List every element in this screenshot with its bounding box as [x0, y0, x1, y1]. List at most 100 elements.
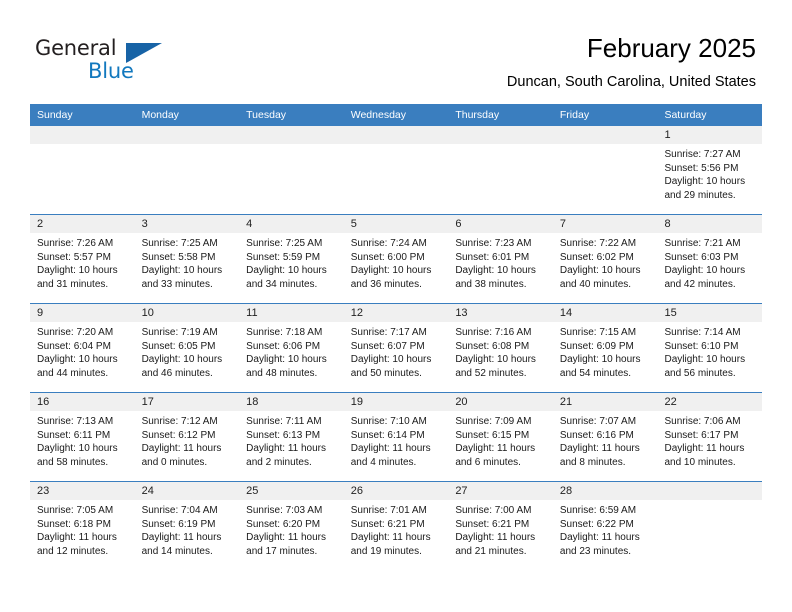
- calendar-day-cell[interactable]: 26 Sunrise: 7:01 AM Sunset: 6:21 PM Dayligh…: [343, 482, 449, 570]
- sunrise-text: Sunrise: 6:59 AM: [559, 505, 637, 516]
- calendar-day-cell[interactable]: 9 Sunrise: 7:20 AM Sunset: 6:04 PM Daylight…: [30, 304, 135, 392]
- calendar-day-cell[interactable]: 13 Sunrise: 7:16 AM Sunset: 6:08 PM Dayligh…: [448, 304, 553, 392]
- calendar-day-cell[interactable]: 2 Sunrise: 7:26 AM Sunset: 5:57 PM Daylight…: [30, 215, 135, 303]
- sunset-text: Sunset: 6:13 PM: [246, 429, 321, 441]
- day-number: [552, 126, 658, 144]
- calendar-day-cell[interactable]: 20 Sunrise: 7:09 AM Sunset: 6:15 PM Dayligh…: [448, 393, 553, 481]
- calendar-week-row: 2 Sunrise: 7:26 AM Sunset: 5:57 PM Daylight…: [30, 214, 763, 303]
- sunset-text: Sunset: 6:21 PM: [350, 518, 425, 530]
- sunset-text: Sunset: 6:08 PM: [455, 340, 530, 352]
- daylight-text: Daylight: 10 hours and 56 minutes.: [664, 354, 746, 379]
- day-number: [343, 126, 449, 144]
- calendar-day-cell[interactable]: 27 Sunrise: 7:00 AM Sunset: 6:21 PM Dayligh…: [448, 482, 553, 570]
- calendar-day-cell[interactable]: 1 Sunrise: 7:27 AM Sunset: 5:56 PM Daylight…: [657, 126, 763, 214]
- daylight-text: Daylight: 11 hours and 10 minutes.: [664, 443, 745, 468]
- day-sun-info: Sunrise: 7:18 AM Sunset: 6:06 PM Daylight:…: [239, 322, 344, 380]
- daylight-text: Daylight: 10 hours and 44 minutes.: [37, 354, 118, 379]
- day-sun-info: Sunrise: 7:09 AM Sunset: 6:15 PM Daylight:…: [448, 411, 553, 469]
- day-number: 2: [30, 215, 135, 233]
- day-number: 4: [239, 215, 344, 233]
- logo-text-blue: Blue: [88, 59, 134, 83]
- sunrise-text: Sunrise: 7:24 AM: [350, 238, 427, 249]
- daylight-text: Daylight: 11 hours and 14 minutes.: [141, 532, 222, 557]
- calendar-day-cell[interactable]: 8 Sunrise: 7:21 AM Sunset: 6:03 PM Daylight…: [657, 215, 763, 303]
- sunset-text: Sunset: 6:18 PM: [37, 518, 111, 530]
- calendar-week-row: 1 Sunrise: 7:27 AM Sunset: 5:56 PM Daylight…: [30, 126, 763, 214]
- calendar-day-cell[interactable]: 19 Sunrise: 7:10 AM Sunset: 6:14 PM Dayligh…: [343, 393, 449, 481]
- day-number: 12: [343, 304, 449, 322]
- sunrise-text: Sunrise: 7:07 AM: [559, 416, 637, 427]
- day-number: 1: [657, 126, 763, 144]
- sunset-text: Sunset: 6:10 PM: [664, 340, 739, 352]
- calendar-day-cell[interactable]: 17 Sunrise: 7:12 AM Sunset: 6:12 PM Dayligh…: [134, 393, 240, 481]
- logo-text-general: General: [35, 36, 117, 60]
- sunrise-text: Sunrise: 7:25 AM: [246, 238, 323, 249]
- daylight-text: Daylight: 11 hours and 23 minutes.: [559, 532, 640, 557]
- sunset-text: Sunset: 6:20 PM: [246, 518, 321, 530]
- sunrise-text: Sunrise: 7:05 AM: [37, 505, 114, 516]
- sunrise-text: Sunrise: 7:01 AM: [350, 505, 427, 516]
- day-sun-info: Sunrise: 7:00 AM Sunset: 6:21 PM Daylight:…: [448, 500, 553, 558]
- day-number: 10: [134, 304, 240, 322]
- day-sun-info: Sunrise: 7:17 AM Sunset: 6:07 PM Daylight:…: [344, 322, 449, 380]
- calendar-day-cell-empty: [448, 126, 553, 214]
- general-blue-logo[interactable]: General Blue: [35, 36, 175, 84]
- calendar-day-cell[interactable]: 4 Sunrise: 7:25 AM Sunset: 5:59 PM Daylight…: [239, 215, 344, 303]
- sunrise-text: Sunrise: 7:10 AM: [350, 416, 427, 427]
- calendar-weeks: 1 Sunrise: 7:27 AM Sunset: 5:56 PM Daylight…: [30, 126, 763, 570]
- day-number: 7: [552, 215, 658, 233]
- page-header: General Blue February 2025 Duncan, South…: [0, 0, 792, 104]
- sunset-text: Sunset: 5:57 PM: [37, 251, 111, 263]
- calendar-day-cell[interactable]: 25 Sunrise: 7:03 AM Sunset: 6:20 PM Dayligh…: [239, 482, 344, 570]
- calendar-grid: Sunday Monday Tuesday Wednesday Thursday…: [30, 104, 763, 570]
- calendar-day-cell[interactable]: 6 Sunrise: 7:23 AM Sunset: 6:01 PM Daylight…: [448, 215, 553, 303]
- calendar-day-cell-empty: [30, 126, 135, 214]
- page-title: February 2025: [586, 33, 756, 63]
- calendar-day-cell[interactable]: 10 Sunrise: 7:19 AM Sunset: 6:05 PM Dayligh…: [134, 304, 240, 392]
- sunset-text: Sunset: 5:56 PM: [664, 162, 739, 174]
- sunset-text: Sunset: 6:06 PM: [246, 340, 321, 352]
- day-number: 8: [657, 215, 763, 233]
- calendar-day-cell[interactable]: 7 Sunrise: 7:22 AM Sunset: 6:02 PM Daylight…: [552, 215, 658, 303]
- calendar-day-cell[interactable]: 18 Sunrise: 7:11 AM Sunset: 6:13 PM Dayligh…: [239, 393, 344, 481]
- calendar-day-cell[interactable]: 11 Sunrise: 7:18 AM Sunset: 6:06 PM Dayligh…: [239, 304, 344, 392]
- calendar-day-cell[interactable]: 21 Sunrise: 7:07 AM Sunset: 6:16 PM Dayligh…: [552, 393, 658, 481]
- weekday-thursday: Thursday: [455, 109, 500, 121]
- sunset-text: Sunset: 5:58 PM: [141, 251, 216, 263]
- sunset-text: Sunset: 6:02 PM: [559, 251, 634, 263]
- day-number: 5: [343, 215, 449, 233]
- weekday-wednesday: Wednesday: [350, 109, 406, 121]
- day-number: 16: [30, 393, 135, 411]
- day-sun-info: Sunrise: 7:22 AM Sunset: 6:02 PM Daylight:…: [553, 233, 658, 291]
- sunrise-text: Sunrise: 7:04 AM: [141, 505, 218, 516]
- sunrise-text: Sunrise: 7:13 AM: [37, 416, 114, 427]
- day-sun-info: Sunrise: 7:16 AM Sunset: 6:08 PM Daylight:…: [448, 322, 553, 380]
- sunset-text: Sunset: 6:05 PM: [141, 340, 216, 352]
- day-sun-info: Sunrise: 7:20 AM Sunset: 6:04 PM Daylight:…: [30, 322, 135, 380]
- sunrise-text: Sunrise: 7:12 AM: [141, 416, 218, 427]
- sunset-text: Sunset: 6:09 PM: [559, 340, 634, 352]
- sunset-text: Sunset: 6:15 PM: [455, 429, 530, 441]
- day-number: 24: [134, 482, 240, 500]
- calendar-day-cell[interactable]: 22 Sunrise: 7:06 AM Sunset: 6:17 PM Dayligh…: [657, 393, 763, 481]
- calendar-day-cell[interactable]: 12 Sunrise: 7:17 AM Sunset: 6:07 PM Dayligh…: [343, 304, 449, 392]
- day-sun-info: Sunrise: 7:23 AM Sunset: 6:01 PM Daylight:…: [448, 233, 553, 291]
- day-number: 19: [343, 393, 449, 411]
- calendar-day-cell[interactable]: 14 Sunrise: 7:15 AM Sunset: 6:09 PM Dayligh…: [552, 304, 658, 392]
- day-sun-info: Sunrise: 7:26 AM Sunset: 5:57 PM Daylight:…: [30, 233, 135, 291]
- day-sun-info: Sunrise: 7:27 AM Sunset: 5:56 PM Daylight:…: [657, 144, 762, 202]
- daylight-text: Daylight: 10 hours and 34 minutes.: [246, 265, 327, 290]
- calendar-week-row: 23 Sunrise: 7:05 AM Sunset: 6:18 PM Dayligh…: [30, 481, 763, 570]
- calendar-day-cell[interactable]: 24 Sunrise: 7:04 AM Sunset: 6:19 PM Dayligh…: [134, 482, 240, 570]
- daylight-text: Daylight: 10 hours and 36 minutes.: [350, 265, 432, 290]
- calendar-day-cell[interactable]: 23 Sunrise: 7:05 AM Sunset: 6:18 PM Dayligh…: [30, 482, 135, 570]
- sunrise-text: Sunrise: 7:17 AM: [350, 327, 427, 338]
- calendar-day-cell[interactable]: 16 Sunrise: 7:13 AM Sunset: 6:11 PM Dayligh…: [30, 393, 135, 481]
- calendar-day-cell[interactable]: 15 Sunrise: 7:14 AM Sunset: 6:10 PM Dayligh…: [657, 304, 763, 392]
- day-sun-info: Sunrise: 7:25 AM Sunset: 5:58 PM Daylight:…: [135, 233, 240, 291]
- calendar-day-cell[interactable]: 3 Sunrise: 7:25 AM Sunset: 5:58 PM Daylight…: [134, 215, 240, 303]
- day-number: 9: [30, 304, 135, 322]
- day-number: 23: [30, 482, 135, 500]
- calendar-day-cell[interactable]: 5 Sunrise: 7:24 AM Sunset: 6:00 PM Daylight…: [343, 215, 449, 303]
- calendar-day-cell[interactable]: 28 Sunrise: 6:59 AM Sunset: 6:22 PM Dayligh…: [552, 482, 658, 570]
